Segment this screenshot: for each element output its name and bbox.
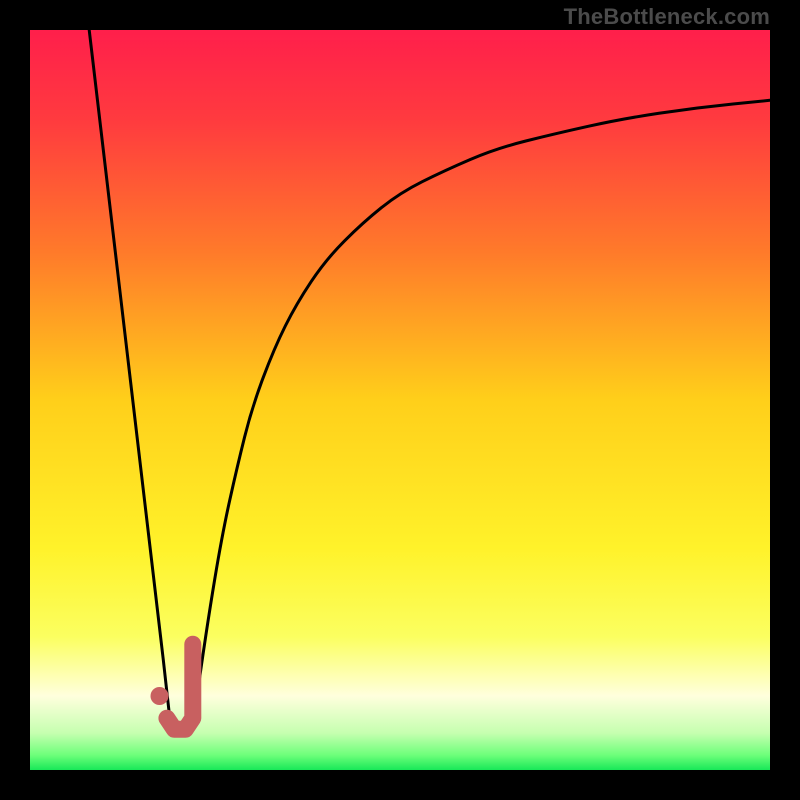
chart-frame: TheBottleneck.com [0,0,800,800]
curve-left-branch [89,30,170,726]
watermark-text: TheBottleneck.com [564,4,770,30]
curve-layer [30,30,770,770]
plot-area [30,30,770,770]
marker-j-dot [151,687,169,705]
marker-j-stroke [167,644,193,729]
curve-right-branch [193,100,770,725]
